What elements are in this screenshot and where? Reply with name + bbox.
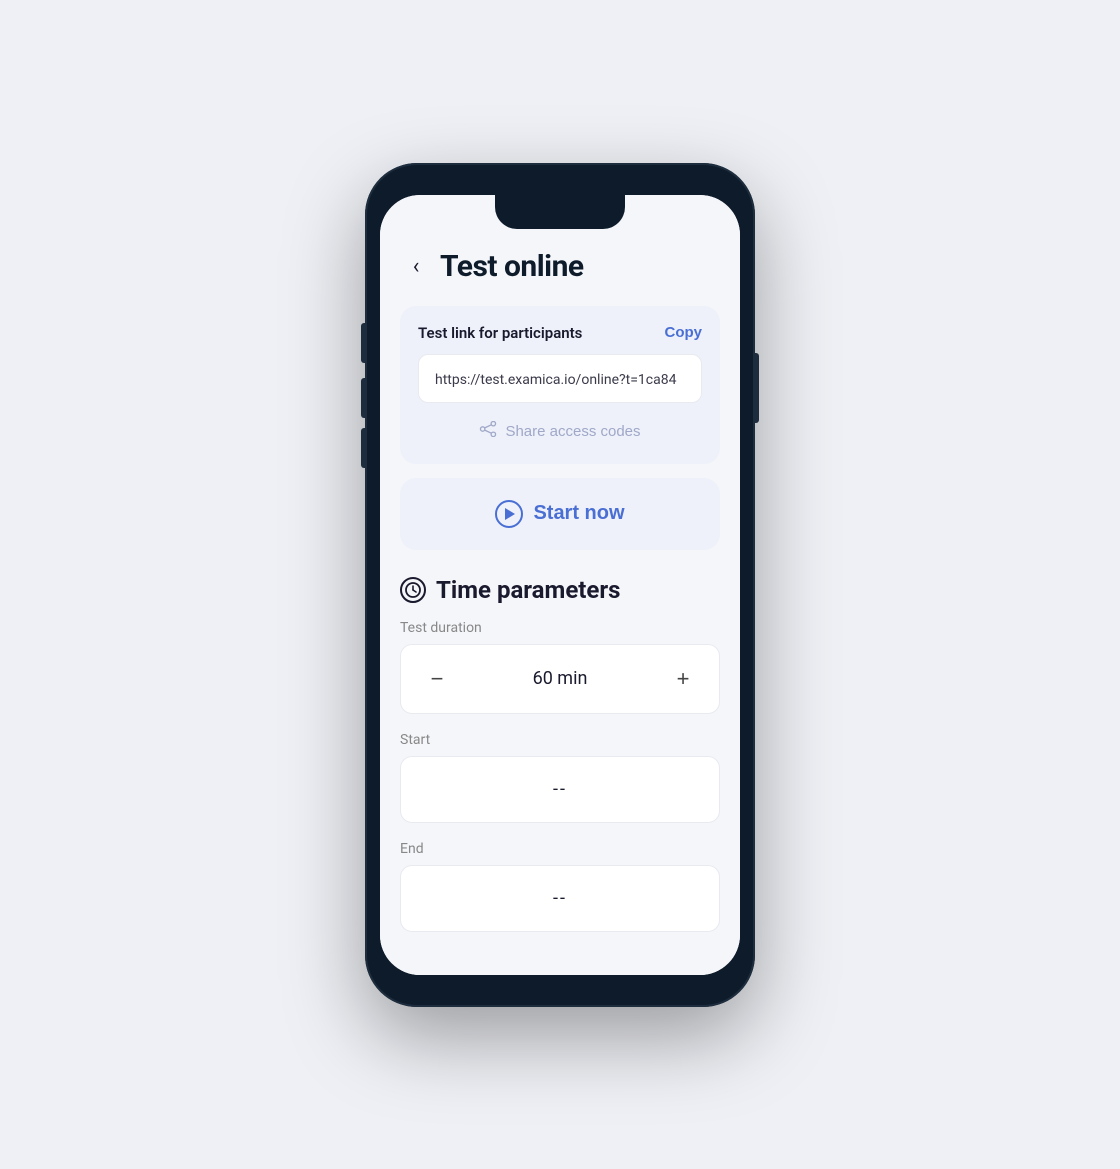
share-access-codes-button[interactable]: Share access codes xyxy=(418,417,702,446)
copy-button[interactable]: Copy xyxy=(665,324,703,341)
end-field-group: End -- xyxy=(400,841,720,932)
header: ‹ Test online xyxy=(400,245,720,284)
clock-icon xyxy=(400,577,426,603)
start-field-group: Start -- xyxy=(400,732,720,823)
share-icon xyxy=(479,421,497,442)
share-codes-label: Share access codes xyxy=(505,423,640,440)
phone-frame: ‹ Test online Test link for participants… xyxy=(365,163,755,1007)
phone-screen: ‹ Test online Test link for participants… xyxy=(380,195,740,975)
screen-content: ‹ Test online Test link for participants… xyxy=(380,195,740,975)
back-button[interactable]: ‹ xyxy=(400,250,432,282)
url-box: https://test.examica.io/online?t=1ca84 xyxy=(418,354,702,403)
section-header: Time parameters xyxy=(400,576,720,604)
start-label: Start xyxy=(400,732,720,748)
section-title: Time parameters xyxy=(436,576,620,604)
increase-duration-button[interactable]: + xyxy=(667,663,699,695)
decrease-duration-button[interactable]: − xyxy=(421,663,453,695)
play-triangle xyxy=(505,508,515,520)
page-title: Test online xyxy=(440,249,584,284)
card-header: Test link for participants Copy xyxy=(418,324,702,342)
start-now-button[interactable]: Start now xyxy=(400,478,720,550)
phone-wrapper: ‹ Test online Test link for participants… xyxy=(350,155,770,1015)
duration-field-group: Test duration − 60 min + xyxy=(400,620,720,714)
notch xyxy=(495,195,625,229)
duration-control: − 60 min + xyxy=(400,644,720,714)
end-date-field[interactable]: -- xyxy=(400,865,720,932)
start-date-value: -- xyxy=(553,779,567,800)
end-date-value: -- xyxy=(553,888,567,909)
start-date-field[interactable]: -- xyxy=(400,756,720,823)
start-now-label: Start now xyxy=(533,502,624,525)
play-icon xyxy=(495,500,523,528)
test-link-card: Test link for participants Copy https://… xyxy=(400,306,720,464)
duration-value: 60 min xyxy=(533,668,588,689)
card-label: Test link for participants xyxy=(418,324,582,342)
duration-label: Test duration xyxy=(400,620,720,636)
url-text: https://test.examica.io/online?t=1ca84 xyxy=(435,372,676,388)
end-label: End xyxy=(400,841,720,857)
